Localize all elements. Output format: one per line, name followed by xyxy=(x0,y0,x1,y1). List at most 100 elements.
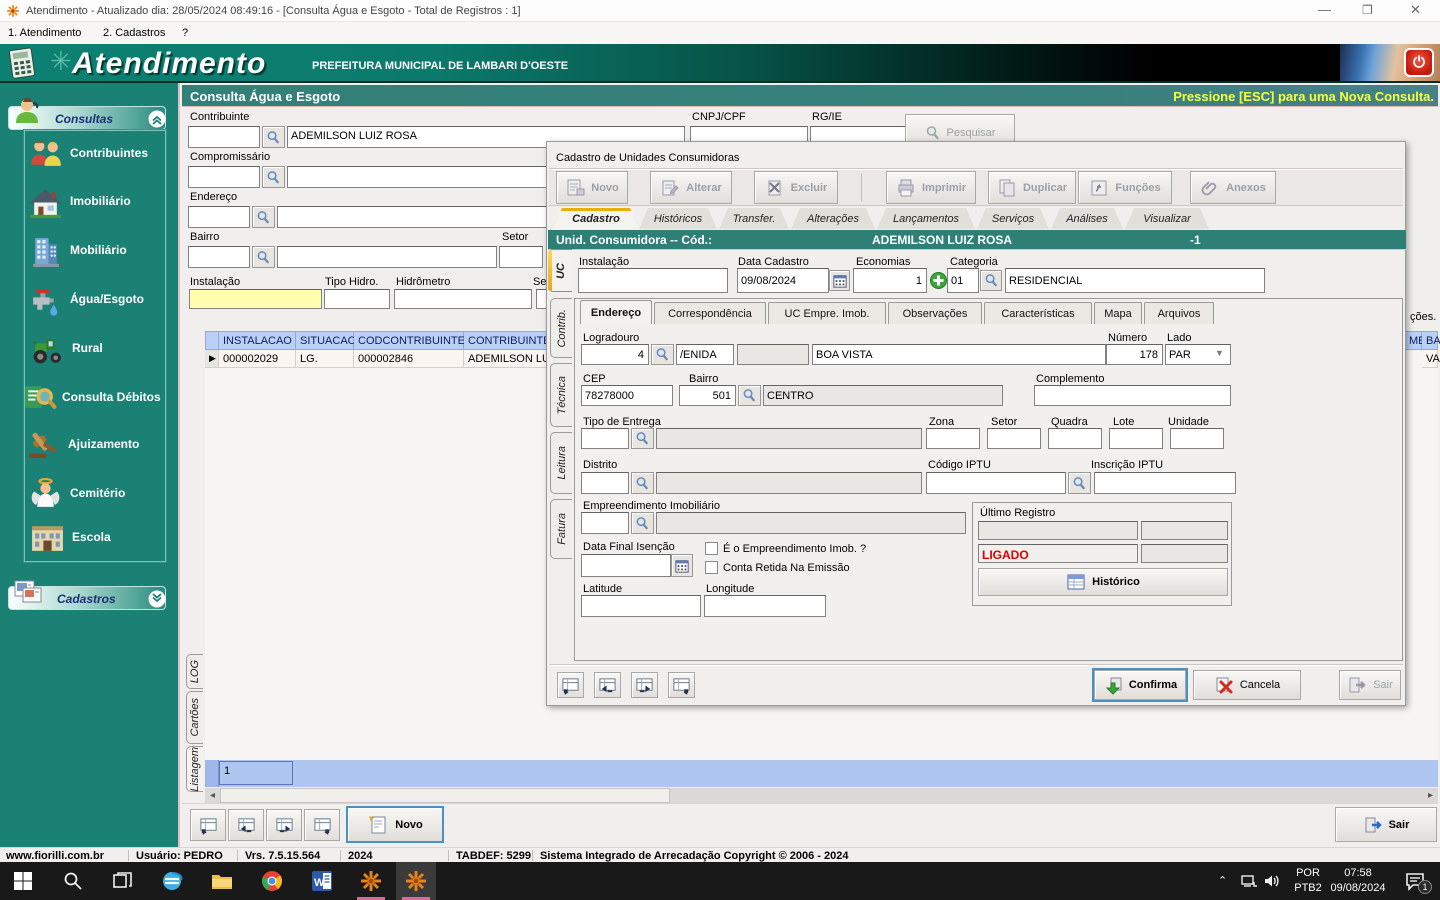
tab-lancamentos[interactable]: Lançamentos xyxy=(877,208,975,229)
logradouro-nome-input[interactable]: BOA VISTA xyxy=(812,344,1106,365)
tab-transfer[interactable]: Transfer. xyxy=(719,208,789,229)
quadra-input[interactable] xyxy=(1048,428,1102,449)
nav-prev-button[interactable] xyxy=(228,809,264,841)
tab-historicos[interactable]: Históricos xyxy=(639,208,717,229)
cell-instalacao[interactable]: 000002029 xyxy=(219,350,296,368)
sidebar-item-contribuintes[interactable]: Contribuintes xyxy=(24,133,166,179)
tab-leitura[interactable]: Leitura xyxy=(550,432,572,494)
col-header-instalacao[interactable]: INSTALACAO xyxy=(219,331,296,350)
nav-next-button[interactable] xyxy=(266,809,302,841)
tab-alteracoes[interactable]: Alterações xyxy=(791,208,875,229)
menu-help[interactable]: ? xyxy=(182,27,188,39)
menu-atendimento[interactable]: 1. Atendimento xyxy=(8,27,81,39)
longitude-input[interactable] xyxy=(704,595,826,617)
distrito-code-input[interactable] xyxy=(581,472,629,494)
expand-icon[interactable] xyxy=(148,590,166,608)
tab-listagem[interactable]: Listagem xyxy=(186,746,203,792)
empreendimento-checkbox[interactable] xyxy=(705,542,718,555)
scroll-right-arrow[interactable]: ▸ xyxy=(1423,788,1438,803)
task-view-icon[interactable] xyxy=(112,870,134,892)
sidebar-item-agua-esgoto[interactable]: Água/Esgoto xyxy=(24,279,166,325)
codigo-iptu-input[interactable] xyxy=(926,472,1066,494)
contribuinte-code-input[interactable] xyxy=(188,126,260,148)
sidebar-item-escola[interactable]: Escola xyxy=(24,516,166,562)
add-economia-button[interactable] xyxy=(930,272,947,289)
contribuinte-search-button[interactable] xyxy=(262,126,285,148)
tab-correspondencia[interactable]: Correspondência xyxy=(654,302,766,324)
tab-mapa[interactable]: Mapa xyxy=(1094,302,1142,324)
logradouro-tipo-input[interactable]: /ENIDA xyxy=(676,344,734,365)
toolbar-alterar-button[interactable]: Alterar xyxy=(650,171,732,204)
file-explorer-icon[interactable] xyxy=(210,869,234,893)
toolbar-imprimir-button[interactable]: Imprimir xyxy=(886,171,976,204)
page-cell[interactable]: 1 xyxy=(219,761,293,785)
sidebar-item-rural[interactable]: Rural xyxy=(24,328,166,374)
categoria-code-input[interactable]: 01 xyxy=(947,268,979,293)
collapse-icon[interactable] xyxy=(148,110,166,128)
toolbar-duplicar-button[interactable]: Duplicar xyxy=(988,171,1076,204)
logradouro-search-button[interactable] xyxy=(651,344,674,365)
tray-clock[interactable]: 07:58 09/08/2024 xyxy=(1322,866,1394,896)
data-cadastro-input[interactable]: 09/08/2024 xyxy=(737,268,829,293)
tab-tecnica[interactable]: Técnica xyxy=(550,363,572,427)
tab-analises[interactable]: Análises xyxy=(1051,208,1123,229)
numero-input[interactable]: 178 xyxy=(1106,344,1163,365)
novo-button[interactable]: Novo xyxy=(346,806,444,843)
nav-last-button[interactable] xyxy=(304,809,340,841)
setor-input[interactable] xyxy=(499,246,543,268)
toolbar-novo-button[interactable]: Novo xyxy=(556,171,628,204)
tipo-entrega-code-input[interactable] xyxy=(581,428,629,449)
tab-arquivos[interactable]: Arquivos xyxy=(1144,302,1214,324)
latitude-input[interactable] xyxy=(581,595,701,617)
cancela-button[interactable]: Cancela xyxy=(1193,670,1301,700)
app-task-1[interactable] xyxy=(352,862,390,900)
sidebar-item-cemiterio[interactable]: Cemitério xyxy=(24,472,166,518)
tab-endereco[interactable]: Endereço xyxy=(580,300,652,324)
minimize-button[interactable]: — xyxy=(1318,3,1331,16)
cell-situacao[interactable]: LG. xyxy=(296,350,354,368)
start-button[interactable] xyxy=(12,870,34,892)
lote-input[interactable] xyxy=(1109,428,1163,449)
menu-cadastros[interactable]: 2. Cadastros xyxy=(103,27,165,39)
bairro-code-input[interactable] xyxy=(188,246,250,268)
toolbar-anexos-button[interactable]: Anexos xyxy=(1190,171,1276,204)
calendar-button[interactable] xyxy=(829,270,850,291)
restore-button[interactable]: ❐ xyxy=(1362,4,1373,16)
cell-codcontribuinte[interactable]: 000002846 xyxy=(354,350,464,368)
tab-cartoes[interactable]: Cartões xyxy=(186,691,203,744)
tray-chevron-icon[interactable]: ⌃ xyxy=(1218,874,1227,887)
tray-network-icon[interactable] xyxy=(1240,872,1258,890)
instalacao-input[interactable] xyxy=(578,268,728,293)
toolbar-funcoes-button[interactable]: Funções xyxy=(1078,171,1172,204)
data-final-input[interactable] xyxy=(581,554,671,577)
instalacao-input[interactable] xyxy=(189,289,322,309)
app-task-2[interactable] xyxy=(396,862,436,900)
nav-first-button[interactable] xyxy=(190,809,226,841)
categoria-search-button[interactable] xyxy=(980,270,1002,291)
empreendimento-search-button[interactable] xyxy=(631,512,654,534)
chrome-icon[interactable] xyxy=(260,869,284,893)
col-header-codcontribuinte[interactable]: CODCONTRIBUINTE xyxy=(354,331,465,350)
sidebar-item-consulta-debitos[interactable]: Consulta Débitos xyxy=(24,375,166,421)
cep-input[interactable]: 78278000 xyxy=(581,385,673,406)
tab-contrib[interactable]: Contrib. xyxy=(550,298,572,358)
tab-uc-empre-imob[interactable]: UC Empre. Imob. xyxy=(768,302,886,324)
tipo-hidro-input[interactable] xyxy=(324,289,390,309)
tab-cadastro[interactable]: Cadastro xyxy=(553,208,639,229)
scroll-thumb[interactable] xyxy=(220,788,670,803)
tab-log[interactable]: LOG xyxy=(186,654,203,689)
inscricao-iptu-input[interactable] xyxy=(1094,472,1236,494)
tray-volume-icon[interactable] xyxy=(1263,872,1281,890)
sidebar-item-mobiliario[interactable]: Mobiliário xyxy=(24,230,166,276)
tab-visualizar[interactable]: Visualizar xyxy=(1125,208,1209,229)
conta-retida-checkbox[interactable] xyxy=(705,561,718,574)
record-last-button[interactable] xyxy=(668,672,695,698)
taskbar-search-icon[interactable] xyxy=(62,870,84,892)
distrito-search-button[interactable] xyxy=(631,472,654,494)
complemento-input[interactable] xyxy=(1034,385,1231,406)
codigo-iptu-search-button[interactable] xyxy=(1068,472,1091,494)
bairro-code-input[interactable]: 501 xyxy=(679,385,736,406)
logradouro-code-input[interactable]: 4 xyxy=(581,344,649,365)
tab-servicos[interactable]: Serviços xyxy=(977,208,1049,229)
compromissario-code-input[interactable] xyxy=(188,166,260,188)
